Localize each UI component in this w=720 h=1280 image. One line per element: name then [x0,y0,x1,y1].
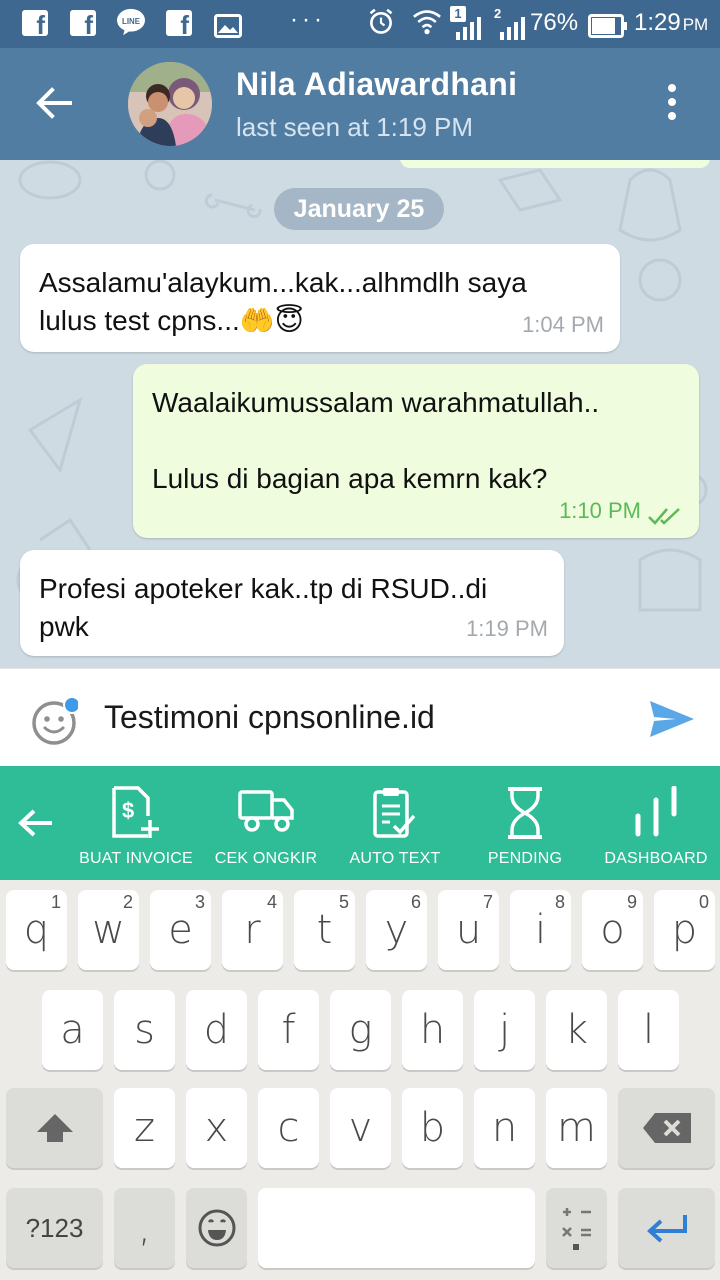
key-i[interactable]: 8i [510,890,571,970]
key-z[interactable]: z [114,1088,175,1168]
invoice-icon: $ [112,786,159,838]
key-c[interactable]: c [258,1088,319,1168]
keyboard-toolbar: $ BUAT INVOICE CEK ONGKIR AUTO TEXT PEND… [0,766,720,880]
spacebar-key[interactable] [258,1188,535,1268]
last-seen-status: last seen at 1:19 PM [236,112,474,142]
key-a[interactable]: a [42,990,103,1070]
alarm-icon [369,8,393,34]
chat-header: Nila Adiawardhani last seen at 1:19 PM [0,48,720,160]
signal-icon [500,17,525,40]
send-icon[interactable] [648,697,696,741]
shift-key[interactable] [6,1088,103,1168]
message-bubble-outgoing[interactable]: Waalaikumussalam warahmatullah.. Lulus d… [133,364,699,538]
toolbar-pending-button[interactable]: PENDING [466,766,584,880]
key-g[interactable]: g [330,990,391,1070]
facebook-icon: f [166,10,192,40]
message-input-bar: Testimoni cpnsonline.id [0,668,720,766]
key-y[interactable]: 6y [366,890,427,970]
comma-key[interactable]: , [114,1188,175,1268]
key-m[interactable]: m [546,1088,607,1168]
message-time: 1:19 PM [466,616,548,641]
emoji-face-icon [198,1209,235,1247]
key-e[interactable]: 3e [150,890,211,970]
message-bubble-incoming[interactable]: Profesi apoteker kak..tp di RSUD..di pwk… [20,550,564,656]
message-bubble-incoming[interactable]: Assalamu'alaykum...kak...alhmdlh saya lu… [20,244,620,352]
more-options-icon[interactable] [656,84,688,128]
toolbar-auto-text-button[interactable]: AUTO TEXT [336,766,454,880]
signal-icon [456,17,481,40]
calculator-symbols-icon [561,1208,591,1250]
truck-icon [238,790,294,832]
status-bar: f f LINE f ··· 1 2 76% 1:29 PM [0,0,720,48]
previous-message-bubble [400,160,710,168]
key-p[interactable]: 0p [654,890,715,970]
contact-avatar[interactable] [128,62,212,146]
toolbar-cek-ongkir-button[interactable]: CEK ONGKIR [206,766,326,880]
key-u[interactable]: 7u [438,890,499,970]
key-h[interactable]: h [402,990,463,1070]
key-b[interactable]: b [402,1088,463,1168]
toolbar-label: AUTO TEXT [349,850,441,867]
toolbar-buat-invoice-button[interactable]: $ BUAT INVOICE [76,766,196,880]
on-screen-keyboard: 1q 2w 3e 4r 5t 6y 7u 8i 9o 0p a s d f g … [0,880,720,1280]
key-l[interactable]: l [618,990,679,1070]
shift-arrow-icon [36,1114,73,1142]
message-input[interactable]: Testimoni cpnsonline.id [104,699,435,736]
read-receipt-double-check-icon [648,508,680,525]
line-app-icon: LINE [117,8,145,36]
svg-text:$: $ [122,798,134,823]
message-text: Profesi apoteker kak..tp di RSUD..di pwk [39,573,488,642]
clipboard-icon [373,788,416,838]
key-s[interactable]: s [114,990,175,1070]
emoji-icon[interactable] [30,697,78,745]
toolbar-label: CEK ONGKIR [214,850,318,867]
facebook-icon: f [22,10,48,40]
symbols-key[interactable]: ?123 [6,1188,103,1268]
key-v[interactable]: v [330,1088,391,1168]
key-k[interactable]: k [546,990,607,1070]
toolbar-label: DASHBOARD [604,850,708,867]
facebook-icon: f [70,10,96,40]
key-o[interactable]: 9o [582,890,643,970]
clock: 1:29 PM [634,9,709,36]
key-q[interactable]: 1q [6,890,67,970]
back-arrow-icon[interactable] [30,78,80,128]
image-icon [214,14,242,38]
key-f[interactable]: f [258,990,319,1070]
key-r[interactable]: 4r [222,890,283,970]
enter-arrow-icon [646,1215,687,1243]
svg-text:LINE: LINE [122,17,140,26]
math-symbols-key[interactable] [546,1188,607,1268]
backspace-key[interactable] [618,1088,715,1168]
toolbar-back-arrow-icon[interactable] [16,802,58,844]
emoji-key[interactable] [186,1188,247,1268]
toolbar-label: PENDING [487,850,563,867]
message-time: 1:04 PM [522,312,604,337]
toolbar-label: BUAT INVOICE [79,850,193,867]
bar-chart-icon [635,786,677,837]
message-text: Assalamu'alaykum...kak...alhmdlh saya lu… [39,267,527,336]
toolbar-dashboard-button[interactable]: DASHBOARD [596,766,716,880]
key-w[interactable]: 2w [78,890,139,970]
enter-key[interactable] [618,1188,715,1268]
chat-area[interactable]: January 25 Assalamu'alaykum...kak...alhm… [0,160,720,668]
key-j[interactable]: j [474,990,535,1070]
contact-name[interactable]: Nila Adiawardhani [236,66,517,103]
date-separator: January 25 [274,188,444,230]
more-notifications-icon: ··· [290,6,326,33]
message-time: 1:10 PM [559,498,641,523]
message-text: Waalaikumussalam warahmatullah.. Lulus d… [152,387,600,494]
key-n[interactable]: n [474,1088,535,1168]
wifi-icon [413,10,441,35]
backspace-icon [642,1113,691,1143]
hourglass-icon [508,787,542,839]
key-t[interactable]: 5t [294,890,355,970]
key-x[interactable]: x [186,1088,247,1168]
key-d[interactable]: d [186,990,247,1070]
battery-icon [588,14,627,38]
battery-percent: 76% [530,9,579,36]
